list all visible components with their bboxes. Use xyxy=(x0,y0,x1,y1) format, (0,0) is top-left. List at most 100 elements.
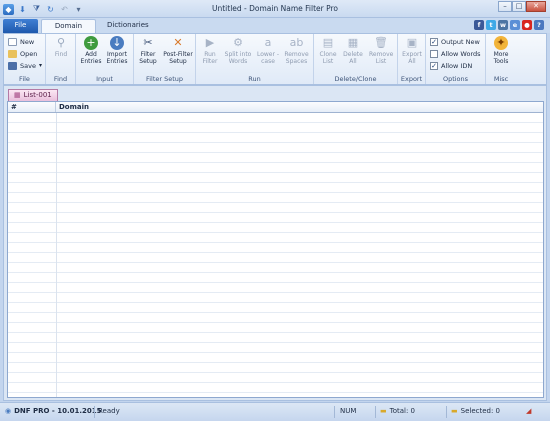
split-into-words-label: Split into Words xyxy=(224,51,252,65)
checkbox-icon[interactable]: ✓ xyxy=(430,61,438,70)
import-entries-label: Import Entries xyxy=(106,51,128,65)
export-all-label: Export All xyxy=(402,51,422,65)
filter-setup-group-label: Filter Setup xyxy=(145,75,184,83)
status-divider xyxy=(446,406,447,418)
export-group: ▣ Export All Export xyxy=(398,34,426,84)
output-new-checkbox[interactable]: ✓ Output New xyxy=(430,36,480,47)
new-button[interactable]: New xyxy=(8,36,34,47)
close-button[interactable]: ✕ xyxy=(526,1,546,12)
save-button[interactable]: Save ▾ xyxy=(8,60,42,71)
clone-list-button[interactable]: ▤ Clone List xyxy=(316,36,340,65)
remove-spaces-button[interactable]: ab Remove Spaces xyxy=(282,36,311,65)
status-bar: ◉ DNF PRO - 10.01.2015 Ready NUM ▬ Total… xyxy=(0,402,550,421)
window-title: Untitled - Domain Name Filter Pro xyxy=(212,4,338,13)
new-file-icon xyxy=(8,37,17,46)
import-icon: ↓ xyxy=(110,36,124,50)
remove-list-button[interactable]: 🗑 Remove List xyxy=(369,36,393,65)
export-icon: ▣ xyxy=(406,36,418,49)
file-group: New Open Save ▾ File xyxy=(4,34,46,84)
selected-label: Selected: 0 xyxy=(460,407,501,415)
save-label: Save xyxy=(20,61,36,70)
allow-idn-label: Allow IDN xyxy=(441,61,473,70)
more-tools-button[interactable]: ✦ More Tools xyxy=(489,36,513,65)
list-tab-label: List-001 xyxy=(23,91,52,99)
product-label: DNF PRO - 10.01.2015 xyxy=(14,407,102,415)
misc-group: ✦ More Tools Misc xyxy=(486,34,516,84)
title-bar: ◆ ⬇ ⧩ ↻ ↶ ▾ Untitled - Domain Name Filte… xyxy=(0,0,550,18)
checkbox-icon[interactable]: ✓ xyxy=(430,37,438,46)
options-group-label: Options xyxy=(442,75,469,83)
minimize-button[interactable]: – xyxy=(498,1,512,12)
status-divider xyxy=(375,406,376,418)
filter-setup-button[interactable]: ✂ Filter Setup xyxy=(136,36,160,65)
vk-icon[interactable]: w xyxy=(498,20,508,30)
column-header-domain[interactable]: Domain xyxy=(56,102,543,112)
add-entries-label: Add Entries xyxy=(80,51,102,65)
input-group-label: Input xyxy=(96,75,113,83)
tools-bundle-icon: ✦ xyxy=(494,36,508,50)
folder-icon: ▬ xyxy=(380,407,387,415)
total-count: ▬ Total: 0 xyxy=(380,407,415,415)
list-icon: ▦ xyxy=(14,91,21,99)
options-group: ✓ Output New Allow Words ✓ Allow IDN Opt… xyxy=(426,34,486,84)
list-tab[interactable]: ▦ List-001 xyxy=(8,89,58,101)
split-into-words-button[interactable]: ⚙ Split into Words xyxy=(223,36,253,65)
find-group: ⚲ Find Find xyxy=(46,34,76,84)
status-divider xyxy=(94,406,95,418)
add-entries-button[interactable]: + Add Entries xyxy=(79,36,103,65)
tab-domain-filter[interactable]: Domain Filter xyxy=(41,19,96,43)
help-icon[interactable]: ? xyxy=(534,20,544,30)
social-links: f t w e ●? xyxy=(474,20,544,30)
file-group-label: File xyxy=(19,75,30,83)
selection-icon: ▬ xyxy=(451,407,458,415)
export-all-button[interactable]: ▣ Export All xyxy=(400,36,424,65)
open-folder-icon xyxy=(8,49,17,58)
post-filter-setup-label: Post-Filter Setup xyxy=(163,51,193,65)
find-button[interactable]: ⚲ Find xyxy=(49,36,73,58)
lowercase-a-icon: a xyxy=(264,36,272,49)
resize-grip-icon[interactable]: ◢ xyxy=(526,407,531,415)
lower-case-label: Lower -case xyxy=(256,51,280,65)
more-tools-label: More Tools xyxy=(493,51,509,65)
maximize-button[interactable]: □ xyxy=(512,1,526,12)
website-icon[interactable]: e xyxy=(510,20,520,30)
run-group-label: Run xyxy=(248,75,261,83)
misc-group-label: Misc xyxy=(493,75,509,83)
checkbox-icon[interactable] xyxy=(430,49,438,58)
remove-list-label: Remove List xyxy=(369,51,394,65)
facebook-icon[interactable]: f xyxy=(474,20,484,30)
column-divider xyxy=(56,113,57,397)
twitter-icon[interactable]: t xyxy=(486,20,496,30)
allow-idn-checkbox[interactable]: ✓ Allow IDN xyxy=(430,60,472,71)
trash-icon: 🗑 xyxy=(374,36,388,49)
filter-setup-label: Filter Setup xyxy=(139,51,157,65)
selected-count: ▬ Selected: 0 xyxy=(451,407,500,415)
import-entries-button[interactable]: ↓ Import Entries xyxy=(105,36,129,65)
run-group: ▶ Run Filter ⚙ Split into Words a Lower … xyxy=(196,34,314,84)
domain-grid[interactable]: # Domain xyxy=(7,101,544,398)
tab-dictionaries[interactable]: Dictionaries xyxy=(100,19,156,33)
open-button[interactable]: Open xyxy=(8,48,37,59)
column-header-index[interactable]: # xyxy=(8,102,56,112)
tools-icon: ✂ xyxy=(143,36,153,49)
new-label: New xyxy=(20,37,35,46)
play-icon: ▶ xyxy=(205,36,215,49)
app-globe-icon: ◉ xyxy=(5,407,12,415)
find-label: Find xyxy=(54,51,68,58)
open-label: Open xyxy=(20,49,38,58)
youtube-icon[interactable]: ● xyxy=(522,20,532,30)
grid-body[interactable] xyxy=(8,113,543,397)
window-controls: – □ ✕ xyxy=(498,1,546,12)
post-filter-setup-button[interactable]: ✕ Post-Filter Setup xyxy=(162,36,194,65)
product-status: ◉ DNF PRO - 10.01.2015 xyxy=(5,407,102,415)
remove-spaces-icon: ab xyxy=(289,36,304,49)
gear-icon: ⚙ xyxy=(233,36,243,49)
allow-words-checkbox[interactable]: Allow Words xyxy=(430,48,481,59)
delete-all-button[interactable]: ▦ Delete All xyxy=(341,36,365,65)
lower-case-button[interactable]: a Lower -case xyxy=(256,36,280,65)
run-filter-button[interactable]: ▶ Run Filter xyxy=(198,36,222,65)
clone-list-label: Clone List xyxy=(319,51,337,65)
clone-icon: ▤ xyxy=(322,36,334,49)
filter-setup-group: ✂ Filter Setup ✕ Post-Filter Setup Filte… xyxy=(134,34,196,84)
tab-file[interactable]: File xyxy=(3,19,38,33)
